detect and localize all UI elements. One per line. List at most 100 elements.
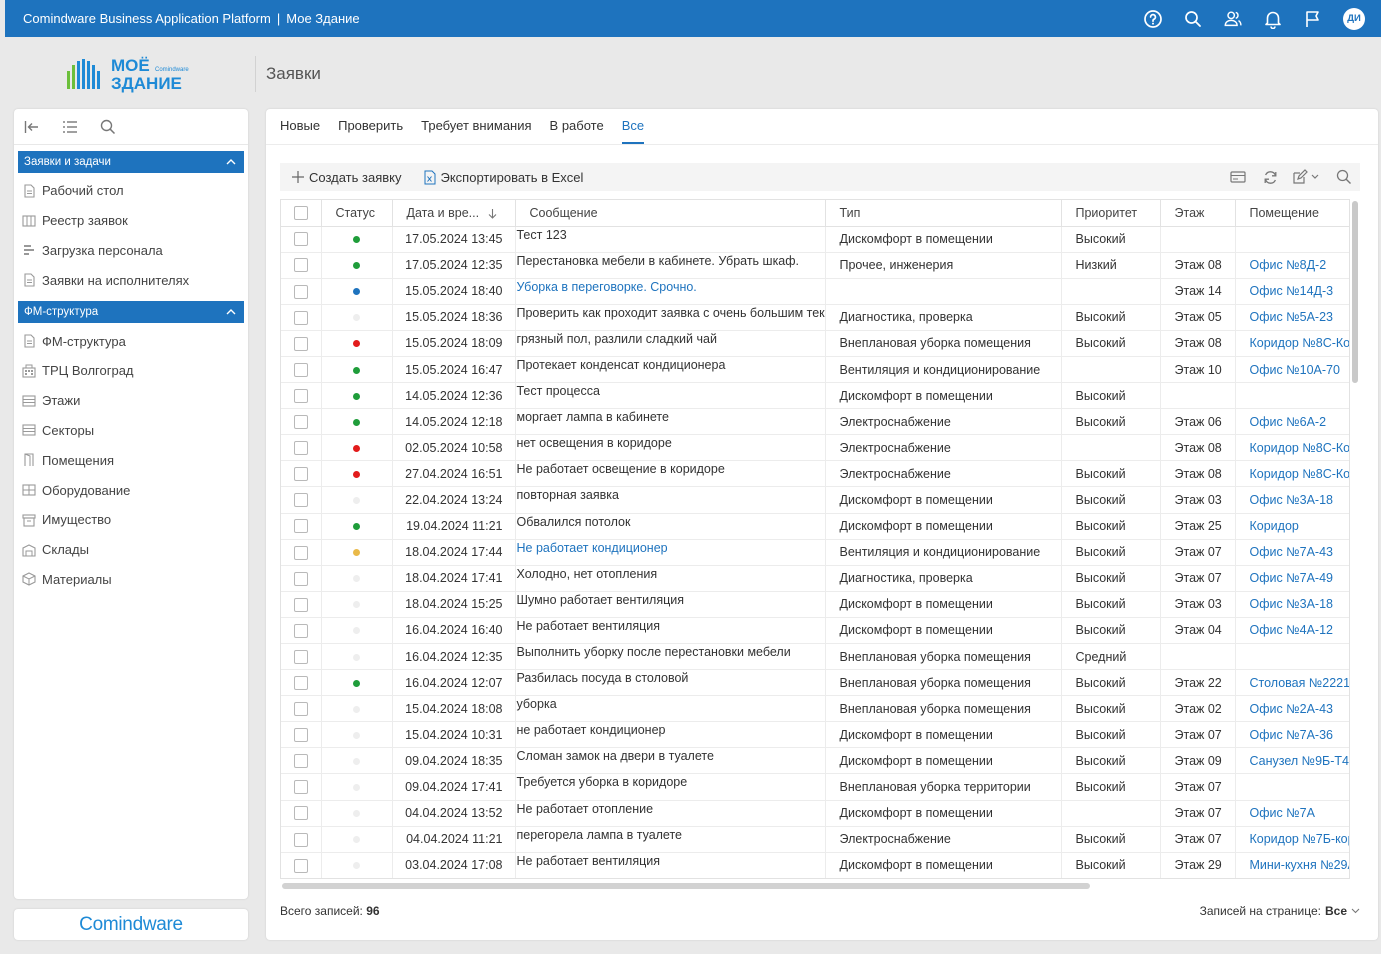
tab-attention[interactable]: Требует внимания bbox=[421, 109, 531, 144]
row-checkbox[interactable] bbox=[281, 852, 322, 878]
row-checkbox[interactable] bbox=[281, 565, 322, 592]
row-checkbox[interactable] bbox=[281, 356, 322, 384]
table-row[interactable]: 14.05.2024 12:36 Тест процесса Дискомфорт … bbox=[281, 382, 1349, 410]
sidebar-item-equipment[interactable]: Оборудование bbox=[14, 475, 248, 505]
room-cell[interactable]: Офис №7А-36 bbox=[1235, 721, 1349, 749]
room-cell[interactable]: Коридор №8С-Коридор bbox=[1235, 460, 1349, 488]
user-avatar[interactable]: ДИ bbox=[1343, 7, 1365, 30]
table-row[interactable]: 14.05.2024 12:18 моргает лампа в кабинете… bbox=[281, 408, 1349, 436]
sidebar-section-fm[interactable]: ФМ-структура bbox=[18, 301, 244, 324]
flag-icon[interactable] bbox=[1303, 9, 1323, 29]
sidebar-item-floors[interactable]: Этажи bbox=[14, 386, 248, 416]
sidebar-item-warehouses[interactable]: Склады bbox=[14, 535, 248, 565]
tab-check[interactable]: Проверить bbox=[338, 109, 403, 144]
room-cell[interactable]: Офис №14Д-3 bbox=[1235, 278, 1349, 305]
table-row[interactable]: 18.04.2024 17:44 Не работает кондиционер В… bbox=[281, 539, 1349, 566]
room-cell[interactable] bbox=[1235, 643, 1349, 671]
message-cell[interactable]: Уборка в переговорке. Срочно. bbox=[515, 278, 826, 305]
table-row[interactable]: 15.05.2024 18:40 Уборка в переговорке. Ср… bbox=[281, 278, 1349, 305]
create-request-button[interactable]: Создать заявку bbox=[292, 170, 402, 185]
list-view-icon[interactable] bbox=[61, 118, 79, 136]
sidebar-item-rooms[interactable]: Помещения bbox=[14, 445, 248, 475]
row-checkbox[interactable] bbox=[281, 434, 322, 462]
collapse-sidebar-icon[interactable] bbox=[23, 118, 41, 136]
users-icon[interactable] bbox=[1223, 9, 1243, 29]
vertical-scrollbar[interactable] bbox=[1350, 199, 1360, 879]
row-checkbox[interactable] bbox=[281, 773, 322, 801]
room-cell[interactable]: Офис №10А-70 bbox=[1235, 356, 1349, 384]
sidebar-item-fm-structure[interactable]: ФМ-структура bbox=[14, 326, 248, 356]
row-checkbox[interactable] bbox=[281, 460, 322, 488]
tab-all[interactable]: Все bbox=[621, 109, 645, 144]
row-checkbox[interactable] bbox=[281, 617, 322, 645]
room-cell[interactable] bbox=[1235, 226, 1349, 253]
row-checkbox[interactable] bbox=[281, 695, 322, 723]
horizontal-scrollbar[interactable] bbox=[280, 882, 1350, 890]
sidebar-item-sectors[interactable]: Секторы bbox=[14, 416, 248, 446]
tab-new[interactable]: Новые bbox=[280, 109, 320, 144]
row-checkbox[interactable] bbox=[281, 252, 322, 279]
column-header-priority[interactable]: Приоритет bbox=[1061, 200, 1161, 227]
edit-dropdown-icon[interactable] bbox=[1292, 167, 1322, 187]
room-cell[interactable]: Мини-кухня №29А bbox=[1235, 852, 1349, 878]
help-icon[interactable] bbox=[1143, 9, 1163, 29]
table-row[interactable]: 17.05.2024 12:35 Перестановка мебели в ка… bbox=[281, 252, 1349, 279]
room-cell[interactable] bbox=[1235, 773, 1349, 801]
room-cell[interactable]: Офис №6А-2 bbox=[1235, 408, 1349, 436]
table-row[interactable]: 16.04.2024 12:35 Выполнить уборку после п… bbox=[281, 643, 1349, 671]
table-row[interactable]: 02.05.2024 10:58 нет освещения в коридоре… bbox=[281, 434, 1349, 462]
room-cell[interactable]: Офис №7А bbox=[1235, 800, 1349, 827]
bell-icon[interactable] bbox=[1263, 9, 1283, 29]
row-checkbox[interactable] bbox=[281, 539, 322, 566]
room-cell[interactable]: Офис №8Д-2 bbox=[1235, 252, 1349, 279]
row-checkbox[interactable] bbox=[281, 304, 322, 331]
row-checkbox[interactable] bbox=[281, 591, 322, 618]
room-cell[interactable]: Коридор №8С-Коридор bbox=[1235, 434, 1349, 462]
select-all-checkbox[interactable] bbox=[281, 200, 322, 227]
horizontal-scroll-thumb[interactable] bbox=[282, 883, 1090, 889]
tab-in-progress[interactable]: В работе bbox=[550, 109, 604, 144]
sidebar-item-assignee-requests[interactable]: Заявки на исполнителях bbox=[14, 265, 248, 295]
row-checkbox[interactable] bbox=[281, 826, 322, 853]
page-size-selector[interactable]: Записей на странице: Все bbox=[1200, 904, 1360, 918]
sidebar-item-materials[interactable]: Материалы bbox=[14, 565, 248, 595]
table-row[interactable]: 16.04.2024 12:07 Разбилась посуда в столо… bbox=[281, 669, 1349, 697]
column-header-room[interactable]: Помещение bbox=[1235, 200, 1349, 227]
column-header-type[interactable]: Тип bbox=[825, 200, 1062, 227]
room-cell[interactable] bbox=[1235, 382, 1349, 410]
table-row[interactable]: 03.04.2024 17:08 Не работает вентиляция Ди… bbox=[281, 852, 1349, 878]
table-row[interactable]: 17.05.2024 13:45 Тест 123 Дискомфорт в пом… bbox=[281, 226, 1349, 253]
row-checkbox[interactable] bbox=[281, 669, 322, 697]
room-cell[interactable]: Офис №3А-18 bbox=[1235, 591, 1349, 618]
row-checkbox[interactable] bbox=[281, 330, 322, 357]
room-cell[interactable]: Офис №3А-18 bbox=[1235, 486, 1349, 514]
row-checkbox[interactable] bbox=[281, 278, 322, 305]
refresh-icon[interactable] bbox=[1260, 167, 1280, 187]
table-row[interactable]: 04.04.2024 13:52 Не работает отопление Дис… bbox=[281, 800, 1349, 827]
app-name[interactable]: Comindware Business Application Platform bbox=[23, 11, 271, 26]
column-header-status[interactable]: Статус bbox=[321, 200, 393, 227]
vertical-scroll-thumb[interactable] bbox=[1352, 201, 1358, 383]
row-checkbox[interactable] bbox=[281, 643, 322, 671]
room-cell[interactable]: Коридор bbox=[1235, 513, 1349, 540]
room-cell[interactable]: Офис №2А-43 bbox=[1235, 695, 1349, 723]
row-checkbox[interactable] bbox=[281, 382, 322, 410]
search-icon[interactable] bbox=[1183, 9, 1203, 29]
row-checkbox[interactable] bbox=[281, 721, 322, 749]
room-cell[interactable]: Офис №5А-23 bbox=[1235, 304, 1349, 331]
column-header-date[interactable]: Дата и вре... bbox=[392, 200, 516, 227]
room-cell[interactable]: Офис №4А-12 bbox=[1235, 617, 1349, 645]
table-row[interactable]: 16.04.2024 16:40 Не работает вентиляция Ди… bbox=[281, 617, 1349, 645]
table-row[interactable]: 09.04.2024 18:35 Сломан замок на двери в … bbox=[281, 747, 1349, 775]
table-row[interactable]: 09.04.2024 17:41 Требуется уборка в корид… bbox=[281, 773, 1349, 801]
message-cell[interactable]: Не работает кондиционер bbox=[515, 539, 826, 566]
room-cell[interactable]: Санузел №9Б-Т4 bbox=[1235, 747, 1349, 775]
table-row[interactable]: 27.04.2024 16:51 Не работает освещение в … bbox=[281, 460, 1349, 488]
app-section[interactable]: Мое Здание bbox=[286, 11, 359, 26]
table-row[interactable]: 19.04.2024 11:21 Обвалился потолок Дискомф… bbox=[281, 513, 1349, 540]
sidebar-item-registry[interactable]: Реестр заявок bbox=[14, 206, 248, 236]
row-checkbox[interactable] bbox=[281, 408, 322, 436]
table-row[interactable]: 22.04.2024 13:24 повторная заявка Дискомфо… bbox=[281, 486, 1349, 514]
table-row[interactable]: 18.04.2024 17:41 Холодно, нет отопления Ди… bbox=[281, 565, 1349, 592]
room-cell[interactable]: Офис №7А-49 bbox=[1235, 565, 1349, 592]
